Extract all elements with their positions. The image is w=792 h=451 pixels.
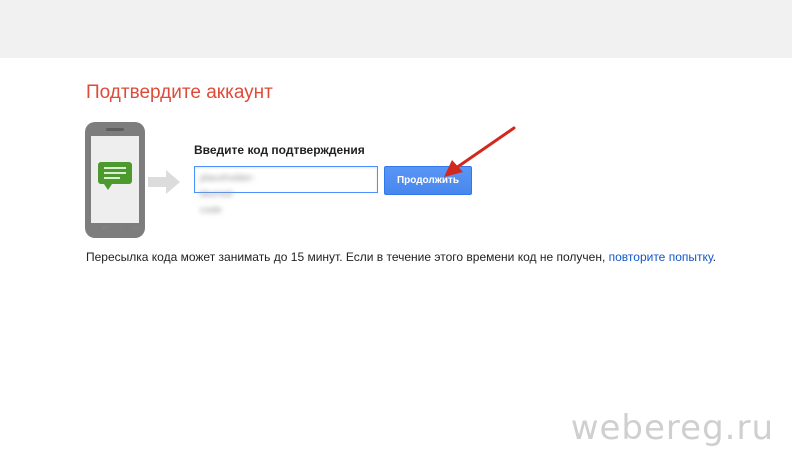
- info-message: Пересылка кода может занимать до 15 мину…: [86, 250, 609, 264]
- message-icon: [98, 162, 132, 190]
- phone-speaker: [106, 128, 124, 131]
- back-icon: ↩: [102, 225, 109, 232]
- recent-icon: ▭: [133, 225, 140, 232]
- info-text: Пересылка кода может занимать до 15 мину…: [86, 250, 736, 264]
- watermark: webereg.ru: [570, 408, 774, 448]
- phone-screen: ↩ ⌂ ▭: [91, 136, 140, 232]
- retry-link[interactable]: повторите попытку: [609, 250, 713, 264]
- page-title: Подтвердите аккаунт: [86, 82, 273, 103]
- code-label: Введите код подтверждения: [194, 143, 365, 157]
- info-trailing: .: [712, 250, 717, 264]
- home-icon: ⌂: [118, 225, 123, 232]
- phone-icon: ↩ ⌂ ▭: [85, 122, 145, 238]
- top-bar: [0, 0, 792, 58]
- code-value: placeholder-blurred-code: [200, 173, 256, 216]
- arrow-right-icon: [148, 170, 180, 194]
- annotation-arrow-icon: [444, 126, 516, 177]
- phone-nav-keys: ↩ ⌂ ▭: [97, 224, 145, 234]
